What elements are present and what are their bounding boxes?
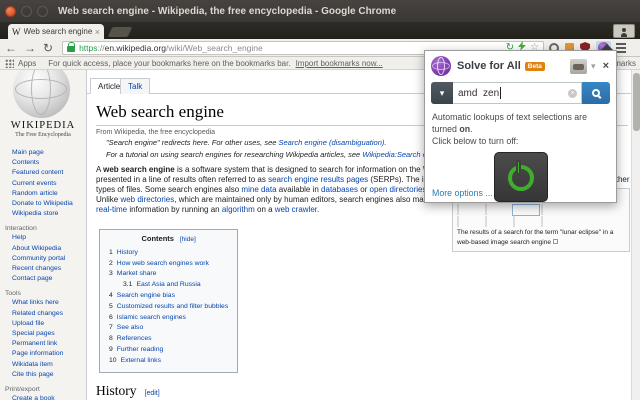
import-bookmarks-link[interactable]: Import bookmarks now... [296, 59, 383, 68]
apps-grid-icon[interactable] [5, 58, 14, 68]
thumbnail-image[interactable] [457, 204, 483, 215]
toc-item[interactable]: 6 Islamic search engines [109, 313, 228, 324]
toc-item[interactable]: 3.1 East Asia and Russia [123, 280, 228, 291]
browser-tab[interactable]: W Web search engine × [8, 24, 104, 39]
toc-item[interactable]: 4 Search engine bias [109, 291, 228, 302]
bookmarks-hint: For quick access, place your bookmarks h… [48, 58, 291, 68]
window-maximize-button[interactable] [37, 5, 48, 17]
new-tab-button[interactable] [107, 27, 133, 37]
sidebar-heading-print-export: Print/export [5, 386, 40, 394]
popup-close-icon[interactable]: × [603, 60, 609, 72]
sidebar-item-contact[interactable]: Contact page [12, 274, 86, 284]
wikipedia-globe-logo[interactable] [13, 70, 70, 118]
toggle-lookups-power-button[interactable] [493, 152, 548, 202]
page-scrollbar [631, 70, 640, 400]
popup-arrow [601, 44, 613, 50]
thumbnail-image[interactable] [541, 204, 567, 215]
solve-for-all-logo-icon [431, 56, 451, 76]
window-title: Web search engine - Wikipedia, the free … [58, 5, 397, 17]
solve-for-all-popup: Solve for All Beta ▾ × ▾ amd zen × Autom… [424, 50, 617, 203]
sidebar-item-help[interactable]: Help [12, 233, 86, 243]
reload-icon[interactable]: ↻ [43, 40, 53, 56]
window-minimize-button[interactable] [21, 5, 32, 17]
thumbnail-image-selected[interactable] [512, 204, 540, 216]
toc-item[interactable]: 8 References [109, 334, 228, 345]
thumbnail-image[interactable] [485, 216, 511, 227]
sidebar-heading-tools: Tools [5, 290, 21, 298]
sidebar-item-special-pages[interactable]: Special pages [12, 329, 86, 339]
account-chevron-down-icon[interactable]: ▾ [591, 61, 596, 72]
popup-title: Solve for All [457, 60, 521, 72]
toc-item[interactable]: 1 History [109, 248, 228, 259]
toc-hide-link[interactable]: [hide] [180, 236, 196, 243]
lookup-status-text: Automatic lookups of text selections are… [432, 112, 588, 146]
toc-item[interactable]: 5 Customized results and filter bubbles [109, 302, 228, 313]
table-of-contents: Contents [hide] 1 History 2 How web search… [99, 229, 239, 373]
window-titlebar: Web search engine - Wikipedia, the free … [0, 0, 640, 22]
tab-strip: W Web search engine × [0, 22, 640, 39]
edit-section-link[interactable]: [edit] [145, 390, 160, 397]
search-button[interactable] [582, 82, 610, 104]
search-query-text: amd zen [458, 87, 500, 99]
user-icon [621, 28, 627, 37]
beta-badge: Beta [524, 61, 545, 71]
tab-talk[interactable]: Talk [120, 78, 151, 94]
toc-item[interactable]: 2 How web search engines work [109, 259, 228, 270]
window-close-button[interactable] [5, 5, 16, 17]
account-avatar[interactable] [570, 58, 588, 74]
thumbnail-image[interactable] [513, 216, 539, 227]
sidebar-item-community-portal[interactable]: Community portal [12, 254, 86, 264]
wikipedia-wordmark: WIKIPEDIA [10, 120, 76, 131]
more-options-link[interactable]: More options ... [432, 188, 493, 198]
power-icon [507, 160, 534, 191]
back-icon[interactable]: ← [5, 40, 17, 56]
clear-input-icon[interactable]: × [568, 89, 577, 98]
thumbnail-image[interactable] [485, 204, 511, 215]
sidebar-item-store[interactable]: Wikipedia store [12, 209, 86, 219]
sidebar-item-page-information[interactable]: Page information [12, 349, 86, 359]
toc-item[interactable]: 7 See also [109, 323, 228, 334]
sidebar-item-main-page[interactable]: Main page [12, 148, 86, 158]
toc-item[interactable]: 3 Market share [109, 269, 228, 280]
sidebar-item-about[interactable]: About Wikipedia [12, 244, 86, 254]
sidebar-item-contents[interactable]: Contents [12, 158, 86, 168]
sidebar-item-featured-content[interactable]: Featured content [12, 168, 86, 178]
wikipedia-favicon-icon: W [12, 26, 21, 37]
toc-item[interactable]: 10 External links [109, 356, 228, 367]
wikipedia-sidebar: WIKIPEDIA The Free Encyclopedia Main pag… [0, 70, 86, 400]
search-category-dropdown[interactable]: ▾ [431, 82, 453, 104]
text-caret [500, 87, 502, 99]
sidebar-item-current-events[interactable]: Current events [12, 179, 86, 189]
sidebar-item-upload-file[interactable]: Upload file [12, 319, 86, 329]
image-caption: The results of a search for the term "lu… [457, 229, 614, 246]
toc-title: Contents [141, 234, 174, 243]
scrollbar-thumb[interactable] [633, 73, 640, 131]
sidebar-item-create-a-book[interactable]: Create a book [12, 394, 86, 400]
sidebar-item-permanent-link[interactable]: Permanent link [12, 339, 86, 349]
sidebar-item-recent-changes[interactable]: Recent changes [12, 264, 86, 274]
chrome-menu-icon[interactable] [616, 42, 627, 45]
sidebar-item-related-changes[interactable]: Related changes [12, 309, 86, 319]
section-heading-history: History [edit] [96, 383, 630, 400]
sidebar-item-random-article[interactable]: Random article [12, 189, 86, 199]
wikipedia-logo-tagline: The Free Encyclopedia [15, 132, 71, 138]
sidebar-item-what-links-here[interactable]: What links here [12, 298, 86, 308]
external-link-icon [552, 239, 558, 244]
sidebar-item-donate[interactable]: Donate to Wikipedia [12, 199, 86, 209]
toc-item[interactable]: 9 Further reading [109, 345, 228, 356]
tab-title: Web search engine [23, 27, 93, 36]
forward-icon[interactable]: → [24, 40, 36, 56]
search-input[interactable]: amd zen × [453, 82, 582, 104]
sidebar-item-cite-this-page[interactable]: Cite this page [12, 370, 86, 380]
profile-switcher-button[interactable] [613, 24, 635, 38]
tab-close-icon[interactable]: × [95, 27, 100, 37]
magnifier-icon [592, 89, 600, 97]
sidebar-heading-interaction: Interaction [5, 225, 37, 233]
thumbnail-image[interactable] [457, 216, 483, 227]
thumbnail-image[interactable] [541, 216, 567, 227]
sidebar-item-wikidata-item[interactable]: Wikidata item [12, 360, 86, 370]
apps-label[interactable]: Apps [18, 59, 36, 68]
https-lock-icon [67, 42, 76, 52]
chevron-down-icon: ▾ [439, 87, 445, 98]
